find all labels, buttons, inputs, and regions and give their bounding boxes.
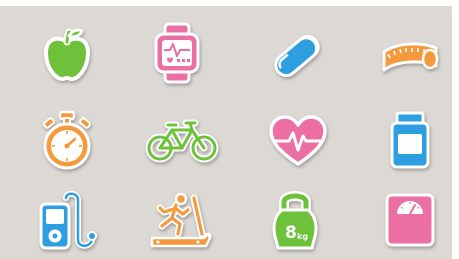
pill-capsule-icon bbox=[268, 28, 326, 84]
heartbeat-icon bbox=[268, 114, 328, 168]
treadmill-icon bbox=[148, 190, 214, 252]
measuring-tape-icon bbox=[378, 38, 442, 76]
apple-icon bbox=[38, 26, 96, 84]
mp3-player-icon bbox=[36, 190, 100, 252]
kettlebell-icon: 8 kg bbox=[270, 190, 320, 252]
icon-sheet-background: 8 kg bbox=[0, 6, 452, 259]
bathroom-scale-icon bbox=[384, 192, 436, 248]
bicycle-icon bbox=[145, 118, 219, 164]
kettlebell-weight-label: 8 bbox=[285, 223, 297, 243]
supplement-jar-icon bbox=[388, 110, 432, 170]
smartwatch-icon bbox=[152, 22, 202, 84]
stopwatch-icon bbox=[38, 110, 96, 170]
kettlebell-unit-label: kg bbox=[297, 232, 308, 241]
